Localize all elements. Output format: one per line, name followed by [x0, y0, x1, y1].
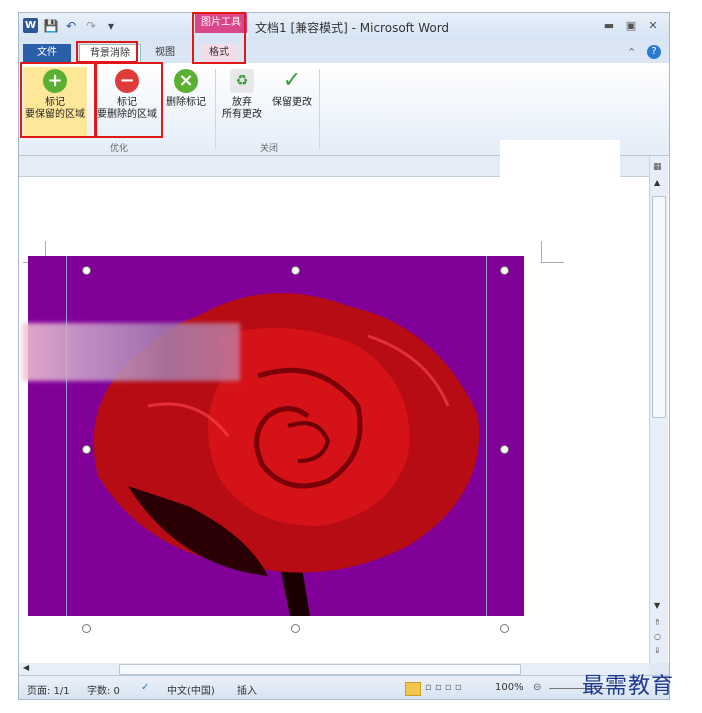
zoom-out-icon[interactable]: ⊝: [533, 682, 541, 693]
checkmark-icon: ✓: [282, 68, 302, 93]
highlight-mark-remove: [95, 62, 163, 138]
resize-handle[interactable]: [500, 624, 509, 633]
scroll-left-icon[interactable]: ◀: [23, 663, 29, 672]
word-count[interactable]: 字数: 0: [87, 682, 120, 697]
page-corner-mark: [541, 241, 542, 263]
vertical-scrollbar[interactable]: ▦ ▲ ▼ ⇑ ○ ⇓: [649, 156, 668, 663]
page-corner-mark: [542, 262, 564, 263]
h-scroll-thumb[interactable]: [119, 664, 521, 675]
next-page-icon[interactable]: ⇓: [654, 646, 661, 655]
insert-mode[interactable]: 插入: [237, 682, 257, 697]
group-refine-label: 优化: [109, 144, 128, 154]
discard-all-changes-button[interactable]: ♻ 放弃 所有更改: [219, 67, 265, 137]
status-bar: 页面: 1/1 字数: 0 ✓ 中文(中国) 插入 ▫ ▫ ▫ ▫ 100% ⊝: [19, 675, 669, 699]
delete-mark-button[interactable]: × 删除标记: [159, 67, 213, 137]
blank-patch: [500, 140, 620, 185]
keep-changes-label: 保留更改: [272, 97, 312, 108]
group-close-label: 关闭: [259, 144, 278, 154]
resize-handle[interactable]: [82, 266, 91, 275]
collapse-ribbon-icon[interactable]: ⌃: [627, 46, 636, 59]
delete-mark-icon: ×: [174, 69, 198, 93]
keep-changes-button[interactable]: ✓ 保留更改: [267, 67, 317, 137]
restore-icon[interactable]: ▣: [623, 19, 639, 33]
rose-graphic: [93, 293, 480, 616]
print-layout-view-icon[interactable]: [405, 682, 421, 696]
word-logo-icon: W: [23, 18, 38, 33]
language-indicator[interactable]: 中文(中国): [167, 682, 215, 697]
help-icon[interactable]: ?: [647, 45, 661, 59]
resize-handle[interactable]: [291, 624, 300, 633]
browse-object-icon[interactable]: ○: [654, 632, 661, 641]
ruler-toggle-icon[interactable]: ▦: [653, 162, 662, 172]
view-buttons-icon[interactable]: ▫ ▫ ▫ ▫: [425, 682, 462, 693]
scroll-up-icon[interactable]: ▲: [654, 178, 660, 187]
customize-icon[interactable]: ▾: [103, 18, 119, 34]
resize-handle[interactable]: [82, 445, 91, 454]
scroll-thumb[interactable]: [652, 196, 666, 418]
horizontal-scrollbar[interactable]: ◀: [19, 663, 649, 675]
group-separator: [319, 69, 320, 149]
discard-icon: ♻: [230, 69, 254, 93]
discard-line1: 放弃: [232, 97, 252, 108]
title-bar: W 💾 ↶ ↷ ▾ 图片工具 文档1 [兼容模式] - Microsoft Wo…: [19, 13, 669, 41]
undo-icon[interactable]: ↶: [63, 18, 79, 34]
window-title: 文档1 [兼容模式] - Microsoft Word: [255, 21, 450, 35]
group-separator: [215, 69, 216, 149]
prev-page-icon[interactable]: ⇑: [654, 618, 661, 627]
resize-handle[interactable]: [500, 445, 509, 454]
proofing-icon[interactable]: ✓: [141, 682, 149, 693]
highlight-mark-keep: [20, 62, 96, 138]
scroll-down-icon[interactable]: ▼: [654, 601, 660, 610]
marquee-guide: [66, 256, 67, 616]
blurred-overlay: [22, 323, 240, 381]
save-icon[interactable]: 💾: [43, 18, 59, 34]
rose-image[interactable]: [28, 256, 524, 616]
delete-mark-label: 删除标记: [166, 97, 206, 108]
tab-view[interactable]: 视图: [147, 44, 183, 62]
discard-line2: 所有更改: [222, 109, 262, 120]
highlight-picture-tools: [192, 12, 246, 64]
zoom-level[interactable]: 100%: [495, 682, 524, 693]
page-count[interactable]: 页面: 1/1: [27, 682, 70, 697]
resize-handle[interactable]: [500, 266, 509, 275]
tab-file[interactable]: 文件: [23, 44, 71, 62]
watermark-logo: 最需教育: [582, 674, 675, 699]
minimize-icon[interactable]: ▬: [601, 19, 617, 33]
redo-icon[interactable]: ↷: [83, 18, 99, 34]
highlight-tab: [76, 41, 138, 63]
close-icon[interactable]: ✕: [645, 19, 661, 33]
resize-handle[interactable]: [82, 624, 91, 633]
resize-handle[interactable]: [291, 266, 300, 275]
marquee-guide: [486, 256, 487, 616]
